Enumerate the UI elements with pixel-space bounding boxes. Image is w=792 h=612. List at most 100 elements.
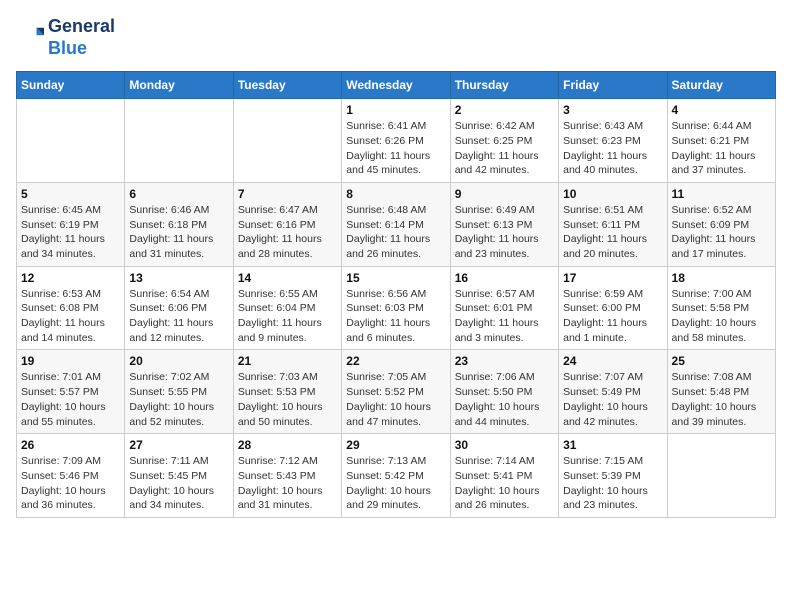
- day-info: Sunrise: 6:59 AM Sunset: 6:00 PM Dayligh…: [563, 287, 662, 346]
- logo-icon: [16, 24, 44, 52]
- day-cell: 2Sunrise: 6:42 AM Sunset: 6:25 PM Daylig…: [450, 99, 558, 183]
- day-info: Sunrise: 7:11 AM Sunset: 5:45 PM Dayligh…: [129, 454, 228, 513]
- day-number: 25: [672, 354, 771, 368]
- day-info: Sunrise: 6:43 AM Sunset: 6:23 PM Dayligh…: [563, 119, 662, 178]
- day-number: 8: [346, 187, 445, 201]
- day-cell: 12 Sunrise: 6:53 AM Sunset: 6:08 PM Dayli…: [17, 266, 125, 350]
- day-info: Sunrise: 7:09 AM Sunset: 5:46 PM Dayligh…: [21, 454, 120, 513]
- day-info: Sunrise: 7:06 AM Sunset: 5:50 PM Dayligh…: [455, 370, 554, 429]
- day-number: 12: [21, 271, 120, 285]
- day-info: Sunrise: 6:44 AM Sunset: 6:21 PM Dayligh…: [672, 119, 771, 178]
- day-cell: 18Sunrise: 7:00 AM Sunset: 5:58 PM Dayli…: [667, 266, 775, 350]
- day-number: 18: [672, 271, 771, 285]
- day-info: Sunrise: 6:48 AM Sunset: 6:14 PM Dayligh…: [346, 203, 445, 262]
- header-cell-sunday: Sunday: [17, 72, 125, 99]
- day-info: Sunrise: 6:46 AM Sunset: 6:18 PM Dayligh…: [129, 203, 228, 262]
- day-number: 6: [129, 187, 228, 201]
- day-info: Sunrise: 6:51 AM Sunset: 6:11 PM Dayligh…: [563, 203, 662, 262]
- day-info: Sunrise: 6:41 AM Sunset: 6:26 PM Dayligh…: [346, 119, 445, 178]
- day-info: Sunrise: 6:54 AM Sunset: 6:06 PM Dayligh…: [129, 287, 228, 346]
- day-number: 7: [238, 187, 337, 201]
- day-number: 20: [129, 354, 228, 368]
- day-cell: 27 Sunrise: 7:11 AM Sunset: 5:45 PM Dayli…: [125, 434, 233, 518]
- day-number: 30: [455, 438, 554, 452]
- day-cell: [233, 99, 341, 183]
- day-cell: 31 Sunrise: 7:15 AM Sunset: 5:39 PM Dayli…: [559, 434, 667, 518]
- week-row-5: 26Sunrise: 7:09 AM Sunset: 5:46 PM Dayli…: [17, 434, 776, 518]
- day-cell: 23 Sunrise: 7:06 AM Sunset: 5:50 PM Dayli…: [450, 350, 558, 434]
- day-info: Sunrise: 6:47 AM Sunset: 6:16 PM Dayligh…: [238, 203, 337, 262]
- day-cell: 19Sunrise: 7:01 AM Sunset: 5:57 PM Dayli…: [17, 350, 125, 434]
- day-cell: 7 Sunrise: 6:47 AM Sunset: 6:16 PM Daylig…: [233, 182, 341, 266]
- day-number: 13: [129, 271, 228, 285]
- week-row-1: 1 Sunrise: 6:41 AM Sunset: 6:26 PM Daylig…: [17, 99, 776, 183]
- day-cell: 14Sunrise: 6:55 AM Sunset: 6:04 PM Dayli…: [233, 266, 341, 350]
- day-cell: 17Sunrise: 6:59 AM Sunset: 6:00 PM Dayli…: [559, 266, 667, 350]
- calendar-table: SundayMondayTuesdayWednesdayThursdayFrid…: [16, 71, 776, 518]
- day-info: Sunrise: 7:05 AM Sunset: 5:52 PM Dayligh…: [346, 370, 445, 429]
- logo-text-line1: General: [48, 16, 115, 38]
- logo: General Blue: [16, 16, 115, 59]
- week-row-3: 12 Sunrise: 6:53 AM Sunset: 6:08 PM Dayli…: [17, 266, 776, 350]
- day-number: 27: [129, 438, 228, 452]
- header-row: SundayMondayTuesdayWednesdayThursdayFrid…: [17, 72, 776, 99]
- day-cell: 1 Sunrise: 6:41 AM Sunset: 6:26 PM Daylig…: [342, 99, 450, 183]
- day-number: 4: [672, 103, 771, 117]
- day-cell: [125, 99, 233, 183]
- day-info: Sunrise: 7:03 AM Sunset: 5:53 PM Dayligh…: [238, 370, 337, 429]
- day-number: 24: [563, 354, 662, 368]
- day-cell: 5 Sunrise: 6:45 AM Sunset: 6:19 PM Daylig…: [17, 182, 125, 266]
- day-cell: 24 Sunrise: 7:07 AM Sunset: 5:49 PM Dayli…: [559, 350, 667, 434]
- day-number: 15: [346, 271, 445, 285]
- day-info: Sunrise: 6:49 AM Sunset: 6:13 PM Dayligh…: [455, 203, 554, 262]
- day-cell: 16Sunrise: 6:57 AM Sunset: 6:01 PM Dayli…: [450, 266, 558, 350]
- header-cell-saturday: Saturday: [667, 72, 775, 99]
- day-cell: 10 Sunrise: 6:51 AM Sunset: 6:11 PM Dayli…: [559, 182, 667, 266]
- week-row-2: 5 Sunrise: 6:45 AM Sunset: 6:19 PM Daylig…: [17, 182, 776, 266]
- day-number: 9: [455, 187, 554, 201]
- day-info: Sunrise: 7:15 AM Sunset: 5:39 PM Dayligh…: [563, 454, 662, 513]
- day-cell: 9 Sunrise: 6:49 AM Sunset: 6:13 PM Daylig…: [450, 182, 558, 266]
- day-cell: 11Sunrise: 6:52 AM Sunset: 6:09 PM Dayli…: [667, 182, 775, 266]
- header-cell-friday: Friday: [559, 72, 667, 99]
- header-cell-monday: Monday: [125, 72, 233, 99]
- day-cell: 3 Sunrise: 6:43 AM Sunset: 6:23 PM Daylig…: [559, 99, 667, 183]
- day-number: 22: [346, 354, 445, 368]
- day-cell: 13 Sunrise: 6:54 AM Sunset: 6:06 PM Dayli…: [125, 266, 233, 350]
- week-row-4: 19Sunrise: 7:01 AM Sunset: 5:57 PM Dayli…: [17, 350, 776, 434]
- day-number: 23: [455, 354, 554, 368]
- day-cell: 8 Sunrise: 6:48 AM Sunset: 6:14 PM Daylig…: [342, 182, 450, 266]
- day-number: 1: [346, 103, 445, 117]
- day-info: Sunrise: 6:53 AM Sunset: 6:08 PM Dayligh…: [21, 287, 120, 346]
- day-info: Sunrise: 7:01 AM Sunset: 5:57 PM Dayligh…: [21, 370, 120, 429]
- logo-text-line2: Blue: [48, 38, 115, 60]
- day-info: Sunrise: 7:12 AM Sunset: 5:43 PM Dayligh…: [238, 454, 337, 513]
- day-info: Sunrise: 7:08 AM Sunset: 5:48 PM Dayligh…: [672, 370, 771, 429]
- day-info: Sunrise: 7:14 AM Sunset: 5:41 PM Dayligh…: [455, 454, 554, 513]
- day-cell: 29Sunrise: 7:13 AM Sunset: 5:42 PM Dayli…: [342, 434, 450, 518]
- header-cell-wednesday: Wednesday: [342, 72, 450, 99]
- day-cell: 4 Sunrise: 6:44 AM Sunset: 6:21 PM Daylig…: [667, 99, 775, 183]
- day-number: 5: [21, 187, 120, 201]
- day-number: 28: [238, 438, 337, 452]
- page-header: General Blue: [16, 16, 776, 59]
- day-cell: 6 Sunrise: 6:46 AM Sunset: 6:18 PM Daylig…: [125, 182, 233, 266]
- day-cell: [17, 99, 125, 183]
- day-cell: 21Sunrise: 7:03 AM Sunset: 5:53 PM Dayli…: [233, 350, 341, 434]
- day-number: 10: [563, 187, 662, 201]
- day-cell: 30 Sunrise: 7:14 AM Sunset: 5:41 PM Dayli…: [450, 434, 558, 518]
- day-cell: 25 Sunrise: 7:08 AM Sunset: 5:48 PM Dayli…: [667, 350, 775, 434]
- day-info: Sunrise: 6:55 AM Sunset: 6:04 PM Dayligh…: [238, 287, 337, 346]
- day-cell: [667, 434, 775, 518]
- day-info: Sunrise: 7:13 AM Sunset: 5:42 PM Dayligh…: [346, 454, 445, 513]
- day-info: Sunrise: 7:07 AM Sunset: 5:49 PM Dayligh…: [563, 370, 662, 429]
- day-info: Sunrise: 6:56 AM Sunset: 6:03 PM Dayligh…: [346, 287, 445, 346]
- header-cell-tuesday: Tuesday: [233, 72, 341, 99]
- day-info: Sunrise: 6:45 AM Sunset: 6:19 PM Dayligh…: [21, 203, 120, 262]
- header-cell-thursday: Thursday: [450, 72, 558, 99]
- day-info: Sunrise: 6:57 AM Sunset: 6:01 PM Dayligh…: [455, 287, 554, 346]
- day-number: 3: [563, 103, 662, 117]
- day-number: 31: [563, 438, 662, 452]
- day-number: 11: [672, 187, 771, 201]
- day-info: Sunrise: 6:42 AM Sunset: 6:25 PM Dayligh…: [455, 119, 554, 178]
